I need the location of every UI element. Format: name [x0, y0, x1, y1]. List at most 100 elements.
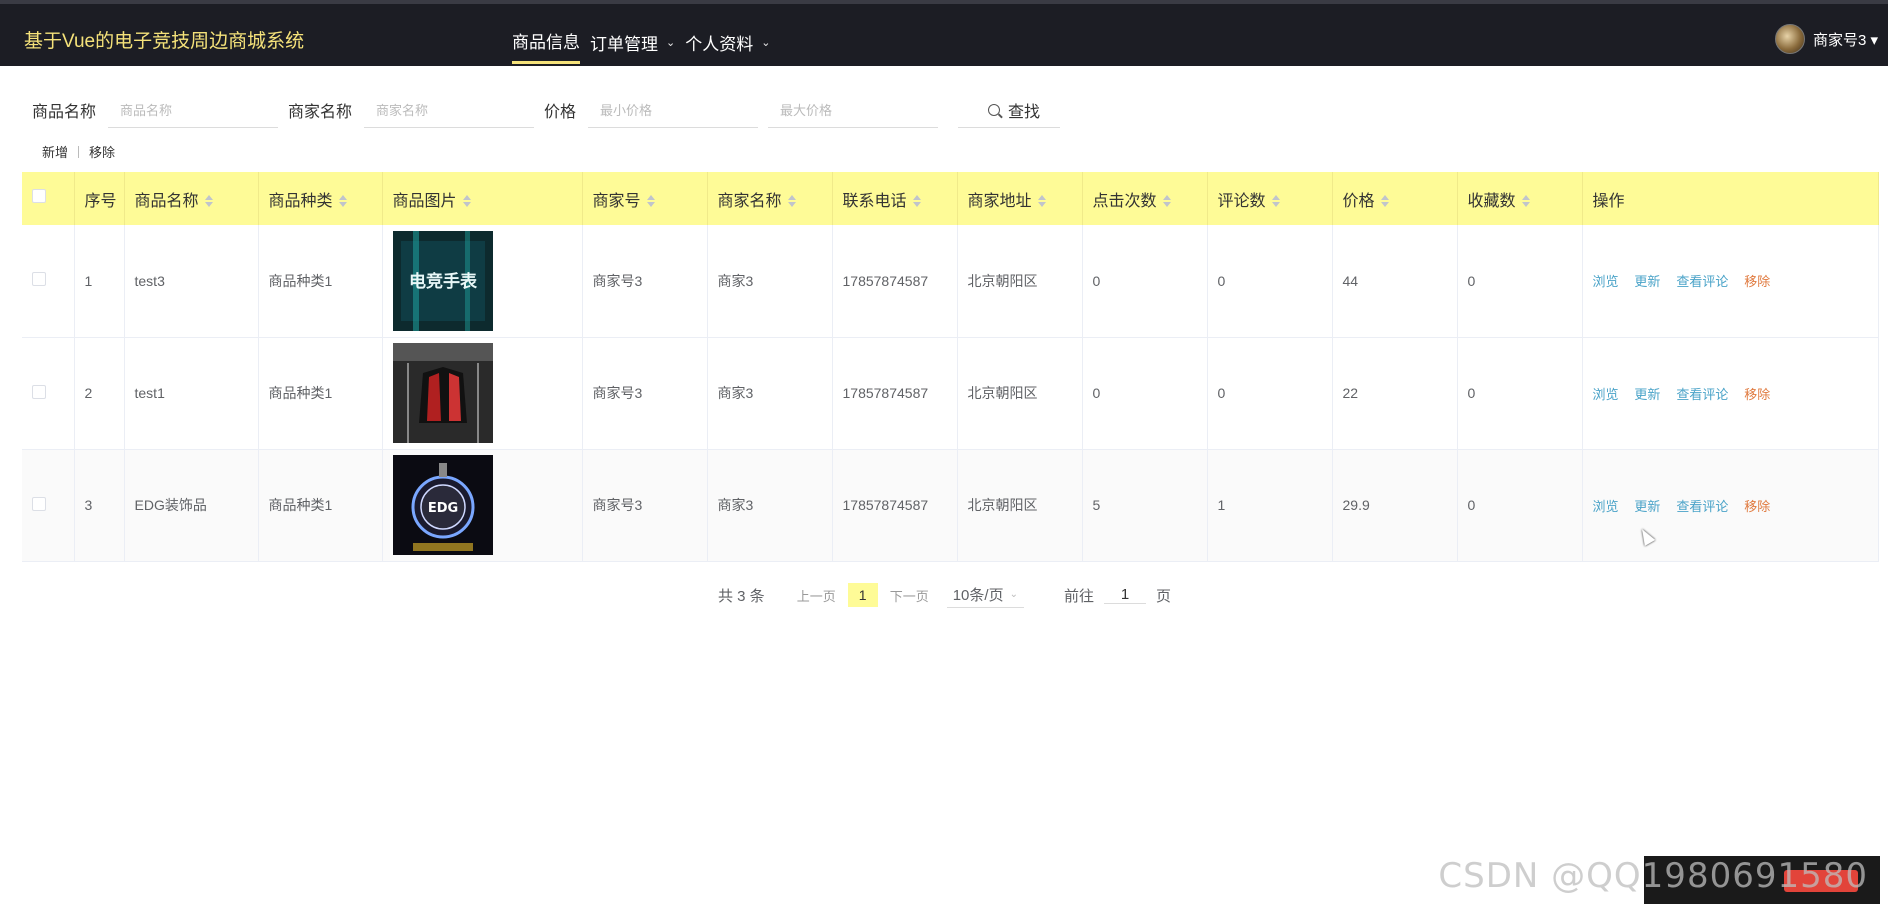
select-all-checkbox[interactable] [32, 189, 46, 203]
sort-icon[interactable] [1380, 195, 1389, 208]
page-size-select[interactable]: 10条/页 ⌄ [946, 582, 1024, 608]
cell-phone: 17857874587 [832, 337, 958, 450]
cell-category: 商品种类1 [258, 337, 383, 450]
remove-button[interactable]: 移除 [1744, 499, 1770, 514]
cell-comments: 0 [1207, 337, 1333, 450]
select-all-cell [22, 172, 75, 225]
min-price-input[interactable]: 最小价格 [588, 92, 759, 128]
cell-merchant-id: 商家号3 [582, 337, 708, 450]
cell-merchant-name: 商家3 [707, 225, 833, 338]
update-button[interactable]: 更新 [1634, 499, 1660, 514]
cell-actions: 浏览 更新 查看评论 移除 [1582, 225, 1879, 338]
row-checkbox[interactable] [32, 496, 46, 511]
cell-clicks: 5 [1082, 449, 1208, 562]
header-merchant-id[interactable]: 商家号 [582, 172, 708, 225]
sort-icon[interactable] [462, 195, 471, 208]
remove-button[interactable]: 移除 [1744, 387, 1770, 402]
cell-favorites: 0 [1457, 449, 1583, 562]
header-favorites[interactable]: 收藏数 [1457, 172, 1583, 225]
cell-comments: 0 [1207, 225, 1333, 338]
remove-button[interactable]: 移除 [89, 142, 115, 161]
add-button[interactable]: 新增 [42, 142, 68, 161]
next-page-button[interactable]: 下一页 [890, 586, 929, 605]
user-menu[interactable]: 商家号3 ▾ [1774, 24, 1878, 54]
header-index: 序号 [74, 172, 125, 225]
product-name-input[interactable]: 商品名称 [108, 92, 279, 128]
header-clicks[interactable]: 点击次数 [1082, 172, 1208, 225]
nav-item-order-management[interactable]: 订单管理 ⌄ [590, 28, 675, 64]
page-size-value: 10条/页 [952, 587, 1004, 604]
cell-favorites: 0 [1457, 225, 1583, 338]
user-name: 商家号3 ▾ [1812, 31, 1878, 49]
view-comments-button[interactable]: 查看评论 [1676, 499, 1728, 514]
header-merchant-name[interactable]: 商家名称 [707, 172, 833, 225]
view-comments-button[interactable]: 查看评论 [1676, 387, 1728, 402]
cell-index: 1 [74, 225, 125, 338]
merchant-name-label: 商家名称 [288, 104, 353, 121]
pagination: 共 3 条 上一页 1 下一页 10条/页 ⌄ 前往 1 页 [718, 582, 1171, 608]
header-price[interactable]: 价格 [1332, 172, 1458, 225]
sort-icon[interactable] [912, 195, 921, 208]
nav-item-profile[interactable]: 个人资料 ⌄ [685, 28, 770, 64]
cell-category: 商品种类1 [258, 449, 383, 562]
cell-product-name: test3 [124, 225, 259, 338]
nav-item-product-info[interactable]: 商品信息 [512, 28, 580, 64]
view-button[interactable]: 浏览 [1593, 499, 1619, 514]
header-address[interactable]: 商家地址 [957, 172, 1083, 225]
update-button[interactable]: 更新 [1634, 387, 1660, 402]
cell-price: 29.9 [1332, 449, 1458, 562]
product-name-label: 商品名称 [32, 104, 97, 121]
header-image[interactable]: 商品图片 [382, 172, 583, 225]
row-checkbox[interactable] [32, 272, 46, 287]
view-button[interactable]: 浏览 [1593, 387, 1619, 402]
sort-icon[interactable] [787, 195, 796, 208]
view-comments-button[interactable]: 查看评论 [1676, 274, 1728, 289]
remove-button[interactable]: 移除 [1744, 274, 1770, 289]
header-comments[interactable]: 评论数 [1207, 172, 1333, 225]
image-caption: 电竞手表 [409, 271, 478, 292]
cell-index: 3 [74, 449, 125, 562]
goto-label: 前往 [1063, 587, 1094, 605]
sort-icon[interactable] [204, 195, 213, 208]
sort-icon[interactable] [1521, 195, 1530, 208]
sort-icon[interactable] [1271, 195, 1280, 208]
row-checkbox[interactable] [32, 384, 46, 399]
page-number-current[interactable]: 1 [847, 583, 878, 607]
merchant-name-input[interactable]: 商家名称 [364, 92, 535, 128]
view-button[interactable]: 浏览 [1593, 274, 1619, 289]
sort-icon[interactable] [1037, 195, 1046, 208]
cell-phone: 17857874587 [832, 225, 958, 338]
watermark: CSDN @QQ1980691580 [1438, 856, 1868, 896]
cell-product-name: EDG装饰品 [124, 449, 259, 562]
product-image: 电竞手表 [392, 230, 493, 331]
goto-page-input[interactable]: 1 [1103, 586, 1146, 604]
cell-actions: 浏览 更新 查看评论 移除 [1582, 337, 1879, 450]
sort-icon[interactable] [338, 195, 347, 208]
cell-merchant-id: 商家号3 [582, 225, 708, 338]
table-header-row: 序号 商品名称 商品种类 商品图片 商家号 商家名称 联系电话 商家地址 点击次… [22, 172, 1879, 225]
sort-icon[interactable] [646, 195, 655, 208]
table-row: 1 test3 商品种类1 电竞手表 商家号3 商家3 17857874587 … [22, 225, 1879, 338]
header-phone[interactable]: 联系电话 [832, 172, 958, 225]
cell-image: 电竞手表 [382, 225, 583, 338]
product-image: EDG [392, 455, 493, 555]
goto-suffix: 页 [1155, 587, 1171, 605]
cell-phone: 17857874587 [832, 449, 958, 562]
main-nav: 商品信息 订单管理 ⌄ 个人资料 ⌄ [512, 28, 770, 64]
cell-clicks: 0 [1082, 225, 1208, 338]
header-product-name[interactable]: 商品名称 [124, 172, 259, 225]
header-category[interactable]: 商品种类 [258, 172, 383, 225]
cell-price: 44 [1332, 225, 1458, 338]
update-button[interactable]: 更新 [1634, 274, 1660, 289]
search-button[interactable]: 查找 [958, 92, 1061, 128]
max-price-input[interactable]: 最大价格 [768, 92, 939, 128]
avatar [1774, 24, 1805, 54]
search-icon [988, 103, 1001, 116]
cell-merchant-name: 商家3 [707, 337, 833, 450]
cell-address: 北京朝阳区 [957, 449, 1083, 562]
cell-category: 商品种类1 [258, 225, 383, 338]
row-select-cell [22, 225, 75, 338]
sort-icon[interactable] [1162, 195, 1171, 208]
cell-comments: 1 [1207, 449, 1333, 562]
prev-page-button[interactable]: 上一页 [797, 586, 836, 605]
